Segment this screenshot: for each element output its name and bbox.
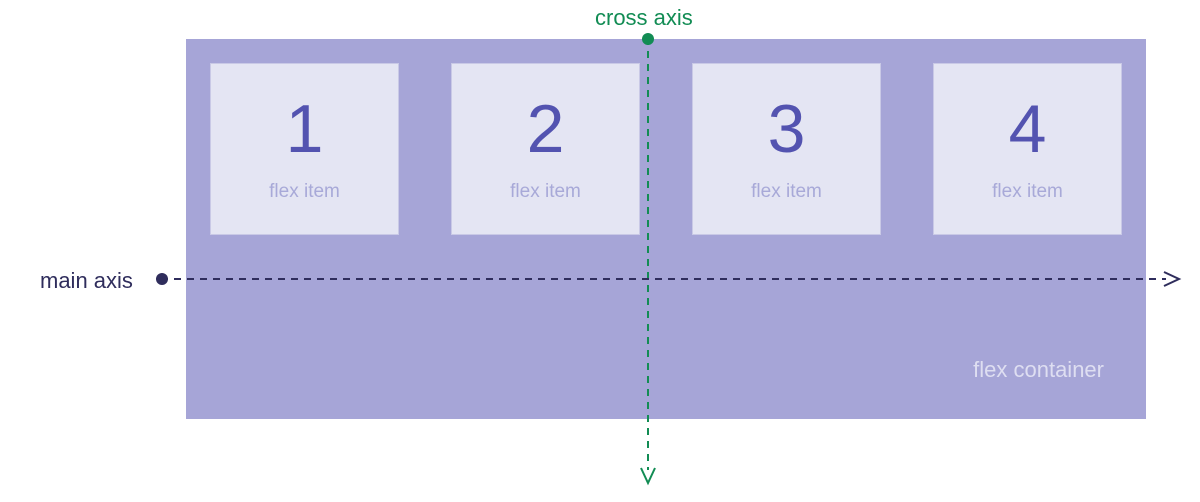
flex-item-label: flex item — [510, 181, 581, 203]
main-axis-line — [161, 278, 1181, 280]
main-axis-label: main axis — [40, 268, 133, 294]
flex-item-label: flex item — [992, 181, 1063, 203]
cross-axis-label: cross axis — [595, 5, 693, 31]
flex-item-label: flex item — [751, 181, 822, 203]
flex-item-number: 4 — [1009, 95, 1047, 163]
flex-container: 1 flex item 2 flex item 3 flex item 4 fl… — [186, 39, 1146, 419]
flex-item-3: 3 flex item — [692, 63, 881, 235]
flex-item-1: 1 flex item — [210, 63, 399, 235]
flex-container-label: flex container — [973, 357, 1104, 383]
flex-item-number: 3 — [768, 95, 806, 163]
flex-items-row: 1 flex item 2 flex item 3 flex item 4 fl… — [186, 39, 1146, 235]
flex-item-label: flex item — [269, 181, 340, 203]
flex-item-4: 4 flex item — [933, 63, 1122, 235]
flex-item-number: 1 — [286, 95, 324, 163]
flex-item-number: 2 — [527, 95, 565, 163]
cross-axis-line — [647, 38, 649, 485]
flex-item-2: 2 flex item — [451, 63, 640, 235]
flexbox-diagram: 1 flex item 2 flex item 3 flex item 4 fl… — [0, 0, 1200, 502]
